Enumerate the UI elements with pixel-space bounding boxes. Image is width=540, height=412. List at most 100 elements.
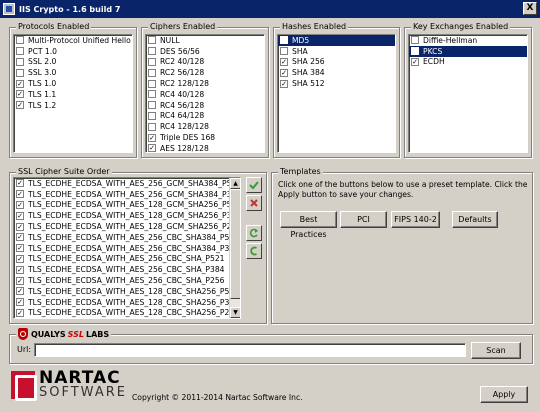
protocols-rows: Multi-Protocol Unified Hello PCT 1.0 SSL 2… <box>14 35 132 111</box>
list-item[interactable]: MD5 <box>278 35 395 46</box>
checkbox-unchecked[interactable] <box>148 90 156 99</box>
move-down-button[interactable] <box>246 195 262 211</box>
list-item[interactable]: ✓ TLS_ECDHE_ECDSA_WITH_AES_128_GCM_SHA256… <box>14 200 240 211</box>
checkbox-checked[interactable]: ✓ <box>16 90 24 99</box>
list-item[interactable]: ✓ SHA 384 <box>278 67 395 78</box>
list-item[interactable]: RC2 56/128 <box>146 67 264 78</box>
qualys-label: QUALYS <box>31 329 66 339</box>
defaults-button[interactable]: Defaults <box>452 211 498 228</box>
list-item[interactable]: ✓ AES 128/128 <box>146 143 264 152</box>
checkbox-checked[interactable]: ✓ <box>280 68 288 77</box>
checkbox-checked[interactable]: ✓ <box>411 57 419 66</box>
checkbox-checked[interactable]: ✓ <box>148 144 156 152</box>
list-item-label: SHA <box>292 46 308 56</box>
scan-button[interactable]: Scan <box>471 342 521 359</box>
apply-button[interactable]: Apply <box>480 386 528 403</box>
checkbox-checked[interactable]: ✓ <box>280 79 288 88</box>
checkbox-unchecked[interactable] <box>280 36 288 45</box>
list-item-label: TLS_ECDHE_ECDSA_WITH_AES_128_CBC_SHA256_… <box>28 308 240 318</box>
list-item[interactable]: ✓ TLS_ECDHE_ECDSA_WITH_AES_256_GCM_SHA384… <box>14 189 240 200</box>
checkbox-checked[interactable]: ✓ <box>16 200 24 209</box>
list-item[interactable]: DES 56/56 <box>146 46 264 57</box>
list-item[interactable]: PKCS <box>409 45 527 57</box>
fips-button[interactable]: FIPS 140-2 <box>391 211 440 228</box>
checkbox-unchecked[interactable] <box>148 111 156 120</box>
checkbox-checked[interactable]: ✓ <box>16 308 24 317</box>
checkbox-checked[interactable]: ✓ <box>16 244 24 253</box>
list-item[interactable]: RC4 64/128 <box>146 111 264 122</box>
list-item[interactable]: RC2 40/128 <box>146 57 264 68</box>
checkbox-unchecked[interactable] <box>280 47 288 56</box>
url-input[interactable] <box>34 343 466 357</box>
checkbox-checked[interactable]: ✓ <box>16 211 24 220</box>
pci-button[interactable]: PCI <box>340 211 387 228</box>
checkbox-checked[interactable]: ✓ <box>16 190 24 199</box>
checkbox-checked[interactable]: ✓ <box>16 298 24 307</box>
list-item[interactable]: ✓ TLS_ECDHE_ECDSA_WITH_AES_256_CBC_SHA_P2… <box>14 275 240 286</box>
move-up-button[interactable] <box>246 177 262 193</box>
list-item[interactable]: ✓ TLS_ECDHE_ECDSA_WITH_AES_256_CBC_SHA384… <box>14 232 240 243</box>
list-item[interactable]: ✓ SHA 256 <box>278 57 395 68</box>
list-item[interactable]: ✓ TLS_ECDHE_ECDSA_WITH_AES_128_CBC_SHA256… <box>14 297 240 308</box>
list-item[interactable]: SHA <box>278 46 395 57</box>
checkbox-unchecked[interactable] <box>16 47 24 56</box>
checkbox-unchecked[interactable] <box>16 57 24 66</box>
best-practices-button[interactable]: Best Practices <box>280 211 337 239</box>
list-item[interactable]: ✓TLS_ECDHE_ECDSA_WITH_AES_128_CBC_SHA_P5… <box>14 318 240 319</box>
checkbox-checked[interactable]: ✓ <box>16 101 24 110</box>
checkbox-checked[interactable]: ✓ <box>148 133 156 142</box>
refresh-button[interactable] <box>246 225 262 241</box>
list-item[interactable]: ✓ SHA 512 <box>278 78 395 89</box>
list-item[interactable]: ✓ Triple DES 168 <box>146 132 264 143</box>
reset-button[interactable] <box>246 243 262 259</box>
checkbox-unchecked[interactable] <box>148 47 156 56</box>
cipher-suite-scrollbar[interactable]: ▲ ▼ <box>229 178 240 318</box>
checkbox-unchecked[interactable] <box>148 36 156 45</box>
checkbox-checked[interactable]: ✓ <box>16 79 24 88</box>
checkbox-checked[interactable]: ✓ <box>280 57 288 66</box>
list-item[interactable]: RC4 128/128 <box>146 121 264 132</box>
list-item[interactable]: ✓ TLS_ECDHE_ECDSA_WITH_AES_256_GCM_SHA384… <box>14 178 240 189</box>
checkbox-checked[interactable]: ✓ <box>16 254 24 263</box>
list-item[interactable]: ✓ TLS_ECDHE_ECDSA_WITH_AES_256_CBC_SHA_P3… <box>14 264 240 275</box>
list-item[interactable]: ✓ TLS 1.0 <box>14 78 132 89</box>
checkbox-unchecked[interactable] <box>411 36 419 45</box>
checkbox-unchecked[interactable] <box>148 79 156 88</box>
checkbox-checked[interactable]: ✓ <box>16 276 24 285</box>
checkbox-unchecked[interactable] <box>148 57 156 66</box>
list-item-label: RC2 40/128 <box>160 57 205 67</box>
list-item[interactable]: ✓ ECDH <box>409 57 527 68</box>
checkbox-checked[interactable]: ✓ <box>16 233 24 242</box>
checkbox-unchecked[interactable] <box>16 68 24 77</box>
checkbox-unchecked[interactable] <box>411 47 419 56</box>
checkbox-unchecked[interactable] <box>148 122 156 131</box>
list-item[interactable]: ✓ TLS_ECDHE_ECDSA_WITH_AES_256_CBC_SHA384… <box>14 243 240 254</box>
list-item[interactable]: RC4 40/128 <box>146 89 264 100</box>
checkbox-unchecked[interactable] <box>148 68 156 77</box>
list-item[interactable]: RC2 128/128 <box>146 78 264 89</box>
checkbox-unchecked[interactable] <box>148 101 156 110</box>
checkbox-checked[interactable]: ✓ <box>16 222 24 231</box>
list-item[interactable]: PCT 1.0 <box>14 46 132 57</box>
list-item[interactable]: ✓ TLS_ECDHE_ECDSA_WITH_AES_128_CBC_SHA256… <box>14 286 240 297</box>
list-item[interactable]: ✓ TLS_ECDHE_ECDSA_WITH_AES_128_CBC_SHA256… <box>14 308 240 318</box>
scroll-up-icon[interactable]: ▲ <box>230 178 240 189</box>
list-item[interactable]: ✓ TLS_ECDHE_ECDSA_WITH_AES_256_CBC_SHA_P5… <box>14 254 240 265</box>
list-item[interactable]: ✓ TLS_ECDHE_ECDSA_WITH_AES_128_GCM_SHA256… <box>14 210 240 221</box>
checkbox-checked[interactable]: ✓ <box>16 179 24 188</box>
list-item[interactable]: SSL 3.0 <box>14 67 132 78</box>
close-button[interactable]: X <box>523 2 537 15</box>
checkbox-checked[interactable]: ✓ <box>16 265 24 274</box>
list-item[interactable]: RC4 56/128 <box>146 100 264 111</box>
list-item[interactable]: Multi-Protocol Unified Hello <box>14 35 132 46</box>
list-item[interactable]: Diffie-Hellman <box>409 35 527 46</box>
checkbox-checked[interactable]: ✓ <box>16 287 24 296</box>
list-item[interactable]: NULL <box>146 35 264 46</box>
list-item[interactable]: ✓ TLS_ECDHE_ECDSA_WITH_AES_128_GCM_SHA256… <box>14 221 240 232</box>
list-item[interactable]: SSL 2.0 <box>14 57 132 68</box>
scroll-down-icon[interactable]: ▼ <box>230 307 240 318</box>
list-item[interactable]: ✓ TLS 1.1 <box>14 89 132 100</box>
scroll-thumb[interactable] <box>230 189 240 299</box>
checkbox-unchecked[interactable] <box>16 36 24 45</box>
list-item[interactable]: ✓ TLS 1.2 <box>14 100 132 111</box>
